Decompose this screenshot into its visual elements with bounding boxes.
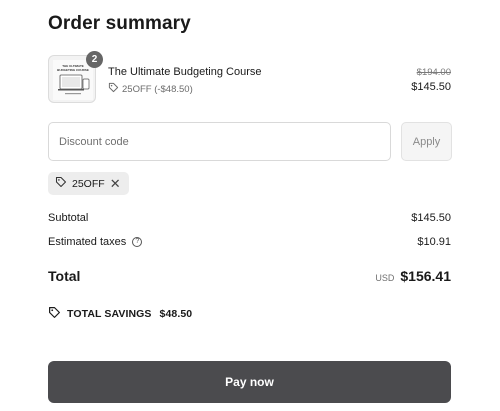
total-value: $156.41: [400, 268, 451, 284]
discount-code-input[interactable]: [48, 122, 391, 161]
product-thumbnail: THE ULTIMATE BUDGETING COURSE 2: [48, 51, 103, 103]
taxes-row: Estimated taxes ? $10.91: [48, 236, 451, 248]
applied-code-label: 25OFF: [72, 177, 105, 190]
course-cover-image: THE ULTIMATE BUDGETING COURSE: [53, 60, 93, 100]
remove-discount-close-icon[interactable]: ✕: [110, 177, 121, 190]
help-circle-icon[interactable]: ?: [132, 237, 143, 247]
tag-icon: [48, 306, 61, 322]
subtotal-row: Subtotal $145.50: [48, 212, 451, 224]
tag-icon: [108, 82, 119, 96]
product-discount-text: 25OFF (-$48.50): [122, 83, 193, 95]
product-name: The Ultimate Budgeting Course: [108, 66, 262, 78]
svg-text:BUDGETING COURSE: BUDGETING COURSE: [57, 68, 89, 72]
total-row: Total USD $156.41: [48, 268, 451, 284]
apply-button[interactable]: Apply: [401, 122, 452, 161]
total-label: Total: [48, 268, 81, 284]
taxes-label: Estimated taxes: [48, 236, 127, 248]
tag-icon: [55, 176, 67, 191]
total-savings: TOTAL SAVINGS $48.50: [48, 306, 192, 322]
savings-value: $48.50: [159, 308, 193, 320]
taxes-value: $10.91: [417, 236, 451, 248]
original-price: $194.00: [416, 67, 451, 78]
savings-label: TOTAL SAVINGS: [67, 308, 152, 320]
discounted-price: $145.50: [411, 81, 451, 93]
line-item: THE ULTIMATE BUDGETING COURSE 2 The Ulti…: [48, 51, 451, 103]
quantity-badge: 2: [86, 51, 103, 68]
subtotal-value: $145.50: [411, 212, 451, 224]
subtotal-label: Subtotal: [48, 212, 89, 224]
applied-discount-chip: 25OFF ✕: [48, 172, 129, 195]
page-title: Order summary: [48, 13, 191, 34]
product-discount: 25OFF (-$48.50): [108, 82, 193, 96]
currency-code: USD: [375, 273, 395, 283]
pay-now-button[interactable]: Pay now: [48, 361, 451, 403]
